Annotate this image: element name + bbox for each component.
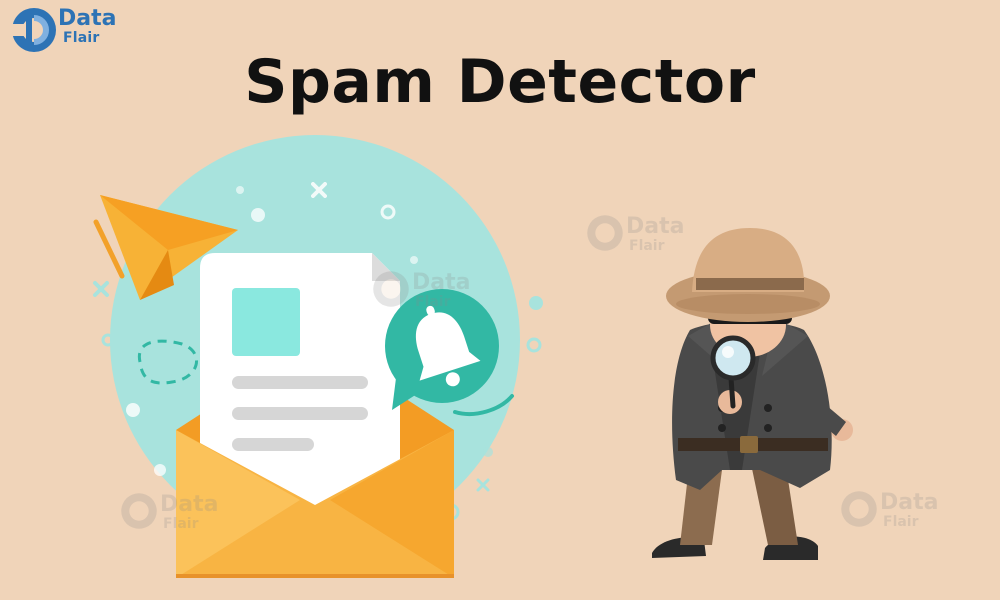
decor-dot [483, 447, 493, 457]
watermark-line-1: Data [880, 490, 939, 515]
watermark-logo: Data Flair [370, 268, 480, 323]
decor-cross [93, 281, 109, 297]
spy-detective-figure [652, 228, 853, 560]
decor-dot [410, 256, 418, 264]
left-shoe [652, 537, 706, 558]
left-leg [680, 440, 726, 545]
page-title: Spam Detector [244, 47, 756, 117]
watermark-line-1: Data [626, 214, 685, 239]
right-shoe [763, 536, 818, 560]
hat-crown [692, 228, 805, 292]
dataflair-logo-icon [373, 271, 409, 307]
watermark-line-2: Flair [163, 516, 199, 532]
brand-name-line-2: Flair [63, 30, 100, 46]
watermark-logo: Data Flair [838, 488, 948, 543]
dataflair-logo-icon [121, 493, 157, 529]
watermark-line-1: Data [160, 492, 219, 517]
dataflair-logo-icon [587, 215, 623, 251]
trench-coat [672, 321, 832, 490]
background-circle [110, 135, 520, 545]
brand-name-line-1: Data [58, 6, 117, 31]
dataflair-logo[interactable]: Data Flair [8, 4, 128, 56]
dataflair-logo-icon [841, 491, 877, 527]
watermark-line-2: Flair [415, 294, 451, 310]
sunglasses [708, 308, 792, 324]
watermark-line-1: Data [412, 270, 471, 295]
decor-dot [380, 204, 396, 220]
decor-dot [442, 503, 460, 521]
banner: Data Flair Spam Detector Data Flair Data… [0, 0, 1000, 600]
decor-dot [306, 560, 318, 572]
decor-cross [476, 478, 490, 492]
belt [678, 438, 828, 451]
decor-dot [154, 464, 166, 476]
watermark-line-2: Flair [883, 514, 919, 530]
paper-plane-icon [93, 195, 238, 300]
watermark-logo: Data Flair [584, 212, 694, 267]
watermark-logo: Data Flair [118, 490, 228, 545]
decor-dot [101, 333, 115, 347]
right-leg [746, 440, 798, 545]
decor-dot [236, 186, 244, 194]
hat-brim [666, 270, 830, 322]
decor-dashed-arc [137, 339, 199, 385]
decor-dot [529, 296, 543, 310]
magnifying-glass-icon [710, 335, 756, 381]
watermark-line-2: Flair [629, 238, 665, 254]
decor-dot [126, 403, 140, 417]
decor-cross [311, 182, 327, 198]
decor-dot [526, 337, 542, 353]
dataflair-logo-icon [12, 8, 56, 52]
decor-dot [251, 208, 265, 222]
face [710, 293, 786, 357]
